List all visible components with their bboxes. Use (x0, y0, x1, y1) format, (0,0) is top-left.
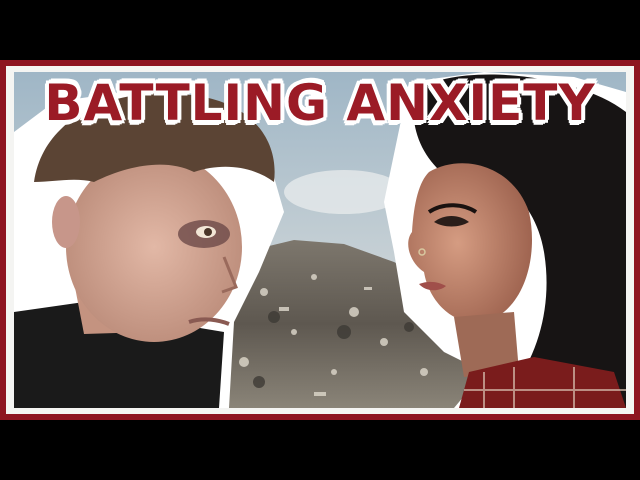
letterbox-bottom (0, 420, 640, 480)
thumbnail: BATTLING ANXIETY (0, 0, 640, 480)
letterbox-top (0, 0, 640, 60)
thumbnail-title: BATTLING ANXIETY (44, 74, 596, 132)
